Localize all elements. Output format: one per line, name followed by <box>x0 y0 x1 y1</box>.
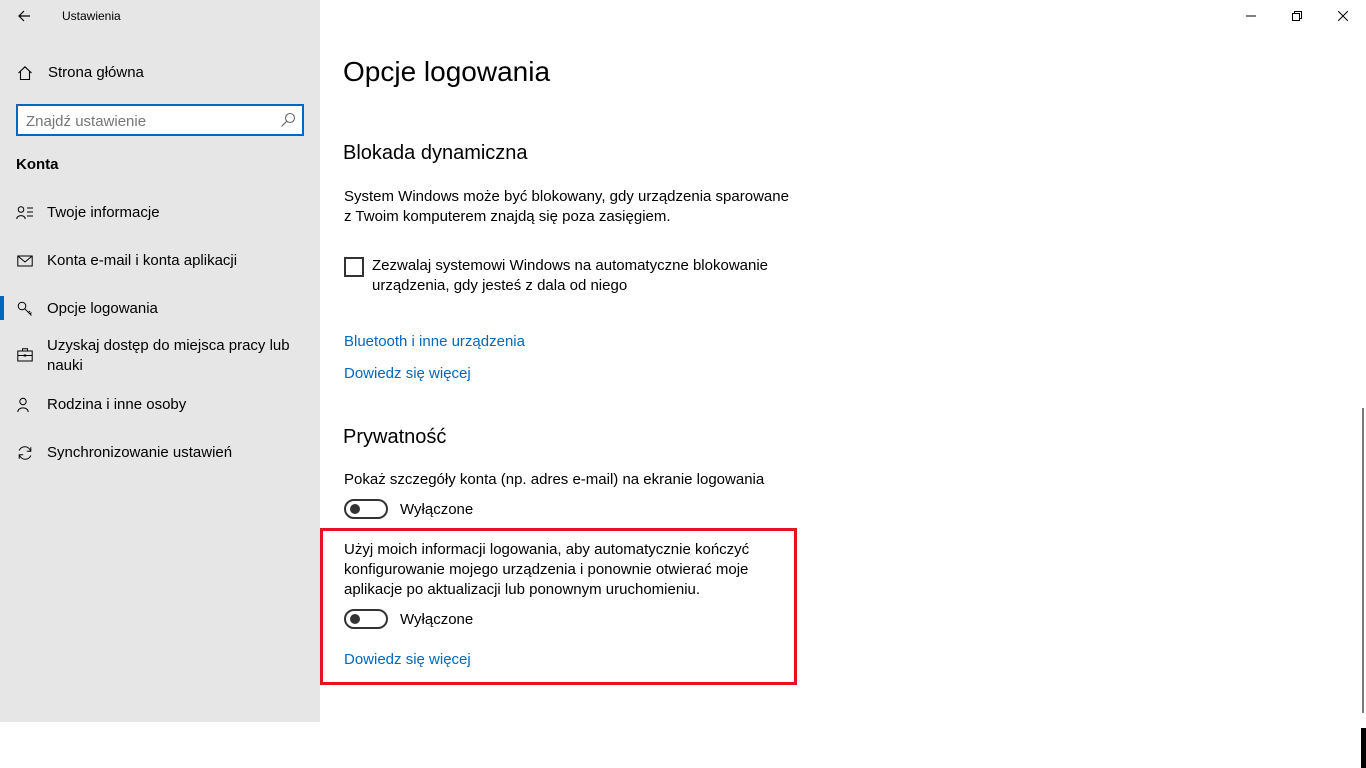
checkbox-label-line1: Zezwalaj systemowi Windows na automatycz… <box>372 257 769 274</box>
privacy-setting2-line1: Użyj moich informacji logowania, aby aut… <box>344 541 750 558</box>
bottom-strip <box>0 722 1366 768</box>
checkbox-label-line2: urządzenia, gdy jesteś z dala od niego <box>372 277 628 294</box>
sidebar-item-label: Rodzina i inne osoby <box>47 396 187 413</box>
back-button[interactable] <box>8 0 40 32</box>
settings-window: Ustawienia Strona główna Konta <box>0 0 1366 722</box>
home-icon <box>16 64 34 82</box>
toggle-knob <box>350 614 360 624</box>
close-icon <box>1338 11 1348 21</box>
sidebar-item-work-access[interactable]: Uzyskaj dostęp do miejsca pracy lub nauk… <box>0 336 320 378</box>
bluetooth-link[interactable]: Bluetooth i inne urządzenia <box>344 332 525 352</box>
page-title: Opcje logowania <box>343 56 551 87</box>
search-input[interactable] <box>26 111 276 131</box>
search-box[interactable] <box>16 104 304 136</box>
learn-more-link[interactable]: Dowiedz się więcej <box>344 650 471 670</box>
toggle-state-label: Wyłączone <box>400 611 474 628</box>
dynamic-lock-desc-line2: z Twoim komputerem znajdą się poza zasię… <box>344 208 671 225</box>
restore-icon <box>1292 11 1302 21</box>
privacy-title: Prywatność <box>343 426 447 448</box>
restore-button[interactable] <box>1274 0 1320 32</box>
person-info-icon <box>16 204 34 222</box>
sidebar-item-sync[interactable]: Synchronizowanie ustawień <box>0 442 320 464</box>
minimize-button[interactable] <box>1228 0 1274 32</box>
sidebar-item-your-info[interactable]: Twoje informacje <box>0 202 320 224</box>
privacy-setting2-line2: konfigurowanie mojego urządzenia i ponow… <box>344 561 749 578</box>
mail-icon <box>16 252 34 270</box>
privacy-setting2-line3: aplikacje po aktualizacji lub ponownym u… <box>344 581 701 598</box>
privacy-setting1-label: Pokaż szczegóły konta (np. adres e-mail)… <box>344 471 765 488</box>
sidebar-item-label-line2: nauki <box>47 357 83 374</box>
dynamic-lock-checkbox[interactable] <box>344 257 364 277</box>
arrow-left-icon <box>18 10 30 22</box>
briefcase-icon <box>16 346 34 364</box>
dynamic-lock-checkbox-label[interactable]: Zezwalaj systemowi Windows na automatycz… <box>372 256 812 296</box>
main-content: Opcje logowania Blokada dynamiczna Syste… <box>320 0 1366 722</box>
sidebar-item-family[interactable]: Rodzina i inne osoby <box>0 394 320 416</box>
sidebar-item-sign-in-options[interactable]: Opcje logowania <box>0 298 320 320</box>
sidebar-home-label: Strona główna <box>48 64 144 81</box>
show-account-details-toggle[interactable] <box>344 499 388 519</box>
person-add-icon <box>16 396 34 414</box>
use-sign-in-info-toggle[interactable] <box>344 609 388 629</box>
search-icon[interactable] <box>280 112 296 128</box>
key-icon <box>16 300 34 318</box>
toggle-knob <box>350 504 360 514</box>
dynamic-lock-desc-line1: System Windows może być blokowany, gdy u… <box>344 188 789 205</box>
minimize-icon <box>1246 15 1256 17</box>
sidebar-item-label-line1: Uzyskaj dostęp do miejsca pracy lub <box>47 337 290 354</box>
section-header: Konta <box>16 156 59 173</box>
sidebar: Ustawienia Strona główna Konta <box>0 0 320 722</box>
learn-more-link[interactable]: Dowiedz się więcej <box>344 364 471 384</box>
sidebar-item-label: Konta e-mail i konta aplikacji <box>47 252 238 269</box>
sidebar-item-label: Opcje logowania <box>47 300 158 317</box>
scrollbar[interactable] <box>1360 0 1366 722</box>
scrollbar-thumb[interactable] <box>1362 408 1364 713</box>
sync-icon <box>16 444 34 462</box>
sidebar-item-label: Twoje informacje <box>47 204 160 221</box>
sidebar-home[interactable]: Strona główna <box>0 62 320 84</box>
app-title: Ustawienia <box>62 9 121 23</box>
toggle-state-label: Wyłączone <box>400 501 474 518</box>
corner-mark <box>1361 728 1366 768</box>
dynamic-lock-title: Blokada dynamiczna <box>343 142 528 164</box>
sidebar-item-email-accounts[interactable]: Konta e-mail i konta aplikacji <box>0 250 320 272</box>
sidebar-item-label: Synchronizowanie ustawień <box>47 444 233 461</box>
